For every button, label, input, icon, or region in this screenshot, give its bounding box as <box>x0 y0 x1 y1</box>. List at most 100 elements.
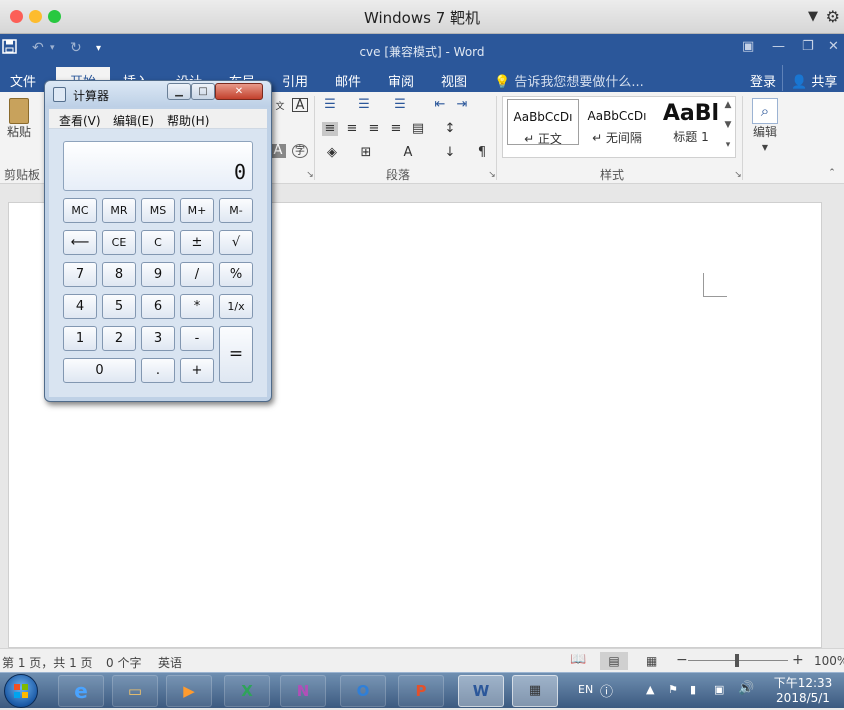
restore-icon[interactable]: ❐ <box>802 39 814 54</box>
styles-scroll-down-icon[interactable]: ▼ <box>720 118 736 132</box>
show-hidden-icons[interactable]: ▲ <box>646 683 654 696</box>
digit-7-button[interactable]: 7 <box>63 262 97 287</box>
decimal-button[interactable]: . <box>141 358 175 383</box>
clear-button[interactable]: C <box>141 230 175 255</box>
calculator-window[interactable]: 计算器 ▁ □ ✕ 查看(V) 编辑(E) 帮助(H) 0 MC MR MS M… <box>44 80 272 402</box>
minimize-icon[interactable]: — <box>772 39 785 54</box>
align-left-icon[interactable]: ≡ <box>322 122 338 136</box>
chevron-down-icon[interactable]: ▼ <box>808 9 818 24</box>
device-icon[interactable]: ▮ <box>690 683 696 696</box>
ime-indicator[interactable]: EN <box>578 683 593 696</box>
sort-icon[interactable]: ↓ <box>442 146 458 160</box>
collapse-ribbon-icon[interactable]: ⌃ <box>824 166 840 180</box>
tab-review[interactable]: 审阅 <box>388 71 414 90</box>
memory-clear-button[interactable]: MC <box>63 198 97 223</box>
clear-entry-button[interactable]: CE <box>102 230 136 255</box>
style-heading-1[interactable]: AaBl 标题 1 <box>655 99 727 145</box>
volume-icon[interactable]: 🔊 <box>738 681 754 696</box>
tab-references[interactable]: 引用 <box>282 71 308 90</box>
calculator-minimize-button[interactable]: ▁ <box>167 83 191 100</box>
style-no-spacing[interactable]: AaBbCcDı ↵ 无间隔 <box>581 99 653 145</box>
excel-icon[interactable]: X <box>224 675 270 707</box>
zoom-level[interactable]: 100% <box>814 654 844 668</box>
multiply-button[interactable]: * <box>180 294 214 319</box>
onenote-icon[interactable]: N <box>280 675 326 707</box>
multilevel-list-icon[interactable]: ☰ <box>392 98 408 112</box>
memory-recall-button[interactable]: MR <box>102 198 136 223</box>
style-normal[interactable]: AaBbCcDı ↵ 正文 <box>507 99 579 146</box>
action-center-icon[interactable]: ⚑ <box>668 683 678 696</box>
styles-more-icon[interactable]: ▾ <box>720 138 736 152</box>
zoom-out-icon[interactable]: − <box>676 652 688 668</box>
digit-5-button[interactable]: 5 <box>102 294 136 319</box>
increase-indent-icon[interactable]: ⇥ <box>454 98 470 112</box>
word-icon[interactable]: W <box>458 675 504 707</box>
borders-icon[interactable]: ⊞ <box>358 146 374 160</box>
page-count[interactable]: 第 1 页，共 1 页 <box>2 654 93 671</box>
calculator-maximize-button[interactable]: □ <box>191 83 215 100</box>
equals-button[interactable]: = <box>219 326 253 383</box>
explorer-icon[interactable]: ▭ <box>112 675 158 707</box>
tab-mailings[interactable]: 邮件 <box>335 71 361 90</box>
distributed-icon[interactable]: ▤ <box>410 122 426 136</box>
character-border-icon[interactable]: A <box>292 98 308 113</box>
calculator-titlebar[interactable]: 计算器 ▁ □ ✕ <box>45 81 271 107</box>
numbering-icon[interactable]: ☰ <box>356 98 372 112</box>
system-clock[interactable]: 下午12:33 2018/5/1 <box>764 676 842 706</box>
menu-edit[interactable]: 编辑(E) <box>113 112 154 129</box>
reciprocal-button[interactable]: 1/x <box>219 294 253 319</box>
line-spacing-icon[interactable]: ↕ <box>442 122 458 136</box>
print-layout-icon[interactable]: ▤ <box>600 652 628 670</box>
paragraph-dialog-launcher-icon[interactable]: ↘ <box>484 168 500 182</box>
outlook-icon[interactable]: O <box>340 675 386 707</box>
memory-store-button[interactable]: MS <box>141 198 175 223</box>
add-button[interactable]: + <box>180 358 214 383</box>
digit-9-button[interactable]: 9 <box>141 262 175 287</box>
login-button[interactable]: 登录 <box>750 71 776 90</box>
decrease-indent-icon[interactable]: ⇤ <box>432 98 448 112</box>
tell-me-search[interactable]: 💡 告诉我您想要做什么... <box>494 71 644 90</box>
digit-0-button[interactable]: 0 <box>63 358 136 383</box>
paste-button[interactable]: 粘贴 <box>4 98 34 140</box>
align-center-icon[interactable]: ≡ <box>344 122 360 136</box>
digit-3-button[interactable]: 3 <box>141 326 175 351</box>
digit-2-button[interactable]: 2 <box>102 326 136 351</box>
square-root-button[interactable]: √ <box>219 230 253 255</box>
close-icon[interactable]: ✕ <box>828 39 839 54</box>
shading-icon[interactable]: ◈ <box>324 146 340 160</box>
media-player-icon[interactable]: ▶ <box>166 675 212 707</box>
menu-view[interactable]: 查看(V) <box>59 112 101 129</box>
calculator-taskbar-icon[interactable]: ▦ <box>512 675 558 707</box>
styles-scroll-up-icon[interactable]: ▲ <box>720 98 736 112</box>
ribbon-display-options-icon[interactable]: ▣ <box>742 39 754 54</box>
digit-6-button[interactable]: 6 <box>141 294 175 319</box>
backspace-button[interactable]: ⟵ <box>63 230 97 255</box>
enclose-characters-icon[interactable]: 字 <box>292 144 308 158</box>
memory-add-button[interactable]: M+ <box>180 198 214 223</box>
help-icon[interactable]: ⓘ <box>600 681 613 700</box>
share-button[interactable]: 👤 共享 <box>782 65 842 91</box>
memory-subtract-button[interactable]: M- <box>219 198 253 223</box>
menu-help[interactable]: 帮助(H) <box>167 112 209 129</box>
phonetic-guide-icon[interactable]: 文 <box>272 100 288 114</box>
bullets-icon[interactable]: ☰ <box>322 98 338 112</box>
tab-view[interactable]: 视图 <box>441 71 467 90</box>
digit-1-button[interactable]: 1 <box>63 326 97 351</box>
language[interactable]: 英语 <box>158 654 182 671</box>
digit-4-button[interactable]: 4 <box>63 294 97 319</box>
align-right-icon[interactable]: ≡ <box>366 122 382 136</box>
word-count[interactable]: 0 个字 <box>106 654 141 671</box>
editing-button[interactable]: ⌕ 编辑 ▼ <box>750 98 780 156</box>
digit-8-button[interactable]: 8 <box>102 262 136 287</box>
powerpoint-icon[interactable]: P <box>398 675 444 707</box>
divide-button[interactable]: / <box>180 262 214 287</box>
web-layout-icon[interactable]: ▦ <box>646 654 657 668</box>
tab-file[interactable]: 文件 <box>10 71 36 90</box>
styles-dialog-launcher-icon[interactable]: ↘ <box>730 168 746 182</box>
character-shading-icon[interactable]: A <box>270 144 286 158</box>
subtract-button[interactable]: - <box>180 326 214 351</box>
read-mode-icon[interactable]: 📖 <box>570 652 586 667</box>
justify-icon[interactable]: ≡ <box>388 122 404 136</box>
ie-icon[interactable]: e <box>58 675 104 707</box>
start-button[interactable] <box>4 674 38 708</box>
